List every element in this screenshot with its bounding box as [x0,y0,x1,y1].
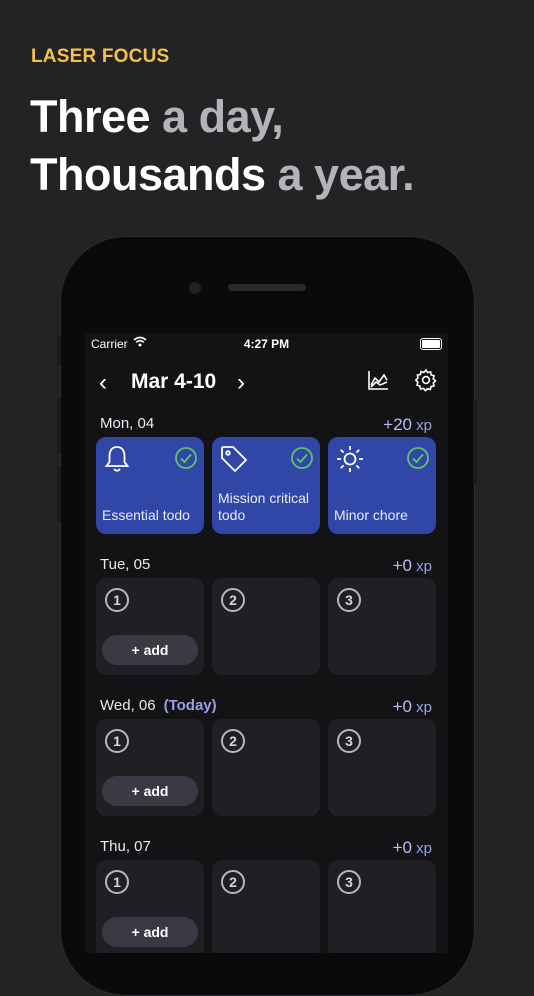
check-circle-icon [290,446,314,475]
phone-volume-down [57,466,61,522]
day-label: Wed, 06 (Today) [100,697,217,714]
phone-speaker [228,284,306,291]
todo-slot-1[interactable]: 1 + add [96,719,204,816]
week-navbar: ‹ Mar 4-10 › [85,363,448,403]
headline-line2-light: a year. [265,149,415,200]
day-label: Thu, 07 [100,838,151,855]
day-section-thu: Thu, 07 +0 xp 1 + add 2 3 [85,836,448,953]
day-label: Mon, 04 [100,415,155,432]
add-todo-button[interactable]: + add [102,776,198,806]
add-todo-button[interactable]: + add [102,635,198,665]
slot-number-badge: 1 [105,870,129,894]
todo-card-minor-chore[interactable]: Minor chore [328,437,436,534]
xp-counter: +0 xp [392,697,432,716]
todo-slots: Essential todo Mission critical todo Min… [96,437,438,534]
day-section-mon: Mon, 04 +20 xp Essential todo Mission cr… [85,413,448,534]
todo-slot-3[interactable]: 3 [328,578,436,675]
day-label: Tue, 05 [100,556,151,573]
tag-icon [219,444,249,479]
add-todo-button[interactable]: + add [102,917,198,947]
headline-line1-bold: Three [30,91,151,142]
slot-number-badge: 1 [105,729,129,753]
xp-counter: +0 xp [392,556,432,575]
todo-card-mission-critical[interactable]: Mission critical todo [212,437,320,534]
todo-slot-1[interactable]: 1 + add [96,578,204,675]
sun-icon [335,444,365,479]
phone-power-button [473,400,477,484]
slot-number-badge: 2 [221,588,245,612]
promo-tagline: LASER FOCUS [31,46,170,67]
slot-number-badge: 2 [221,729,245,753]
chart-icon[interactable] [367,369,389,396]
slot-number-badge: 3 [337,729,361,753]
check-circle-icon [406,446,430,475]
todo-slot-2[interactable]: 2 [212,860,320,953]
day-section-wed: Wed, 06 (Today) +0 xp 1 + add 2 3 [85,695,448,816]
chevron-right-icon[interactable]: › [237,369,245,397]
slot-number-badge: 1 [105,588,129,612]
week-title: Mar 4-10 [131,370,217,393]
todo-slots: 1 + add 2 3 [96,578,438,675]
xp-counter: +20 xp [383,415,432,434]
check-circle-icon [174,446,198,475]
todo-slot-3[interactable]: 3 [328,860,436,953]
today-badge: (Today) [163,697,217,714]
headline-line2-bold: Thousands [30,149,266,200]
bell-icon [103,444,131,479]
slot-number-badge: 3 [337,870,361,894]
chevron-left-icon[interactable]: ‹ [99,369,107,397]
todo-card-essential[interactable]: Essential todo [96,437,204,534]
gear-icon[interactable] [414,368,438,397]
todo-slot-2[interactable]: 2 [212,719,320,816]
todo-slots: 1 + add 2 3 [96,860,438,953]
slot-number-badge: 2 [221,870,245,894]
todo-slots: 1 + add 2 3 [96,719,438,816]
status-time: 4:27 PM [243,337,290,351]
todo-text: Minor chore [334,507,408,523]
app-screen: Carrier 4:27 PM ‹ Mar 4-10 › Mon, 04 +20… [85,333,448,953]
xp-counter: +0 xp [392,838,432,857]
phone-camera [189,282,201,294]
todo-slot-3[interactable]: 3 [328,719,436,816]
phone-mute-switch [57,336,61,366]
todo-text: Essential todo [102,507,190,523]
headline-line1-light: a day, [150,91,284,142]
todo-slot-2[interactable]: 2 [212,578,320,675]
status-bar: Carrier 4:27 PM [85,333,448,355]
phone-volume-up [57,398,61,454]
battery-icon [420,338,442,350]
todo-slot-1[interactable]: 1 + add [96,860,204,953]
slot-number-badge: 3 [337,588,361,612]
todo-text: Mission critical todo [218,490,310,523]
day-section-tue: Tue, 05 +0 xp 1 + add 2 3 [85,554,448,675]
promo-headline: Three a day, Thousands a year. [30,88,415,204]
